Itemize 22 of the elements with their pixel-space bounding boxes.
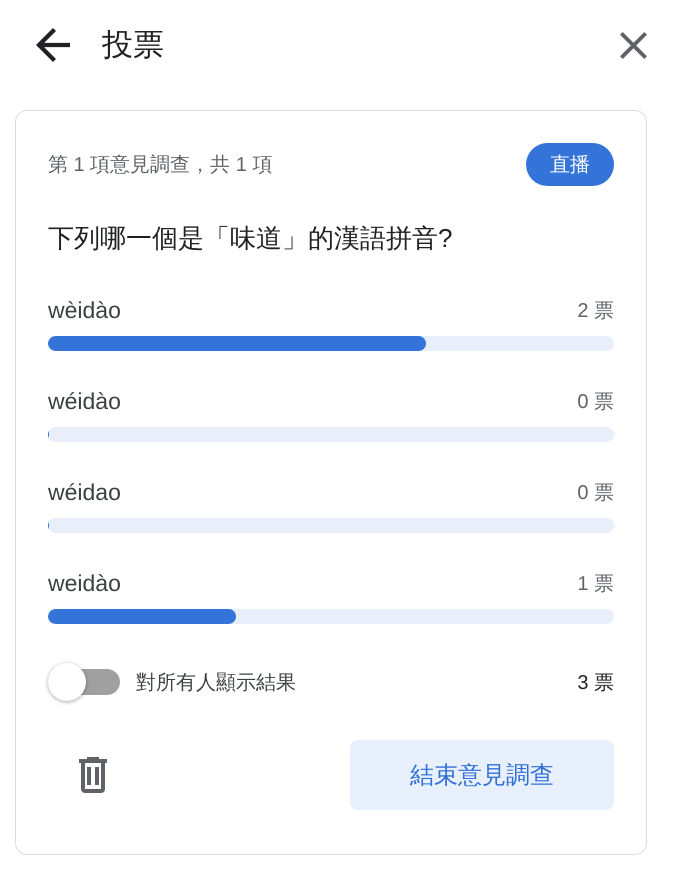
- trash-icon: [78, 757, 108, 793]
- option-label: wèidào: [48, 297, 121, 324]
- vote-count: 0 票: [577, 481, 614, 506]
- close-button[interactable]: [620, 32, 647, 58]
- show-results-switch[interactable]: [48, 663, 120, 701]
- live-badge: 直播: [526, 143, 614, 186]
- page-title: 投票: [102, 26, 165, 64]
- vote-count: 2 票: [577, 299, 614, 324]
- vote-count: 1 票: [577, 572, 614, 597]
- back-button[interactable]: [36, 28, 70, 62]
- switch-label: 對所有人顯示結果: [136, 670, 297, 696]
- poll-position: 第 1 項意見調查，共 1 項: [48, 153, 272, 178]
- back-arrow-icon: [36, 28, 70, 62]
- vote-count: 0 票: [577, 390, 614, 415]
- close-icon: [620, 32, 647, 58]
- delete-button[interactable]: [78, 757, 108, 793]
- poll-question: 下列哪一個是「味道」的漢語拼音?: [48, 222, 454, 255]
- option-label: weidào: [48, 570, 121, 597]
- option-label: wéidào: [48, 388, 121, 415]
- end-poll-button[interactable]: 結束意見調查: [350, 740, 614, 810]
- option-label: wéidao: [48, 479, 121, 506]
- total-votes: 3 票: [577, 670, 614, 696]
